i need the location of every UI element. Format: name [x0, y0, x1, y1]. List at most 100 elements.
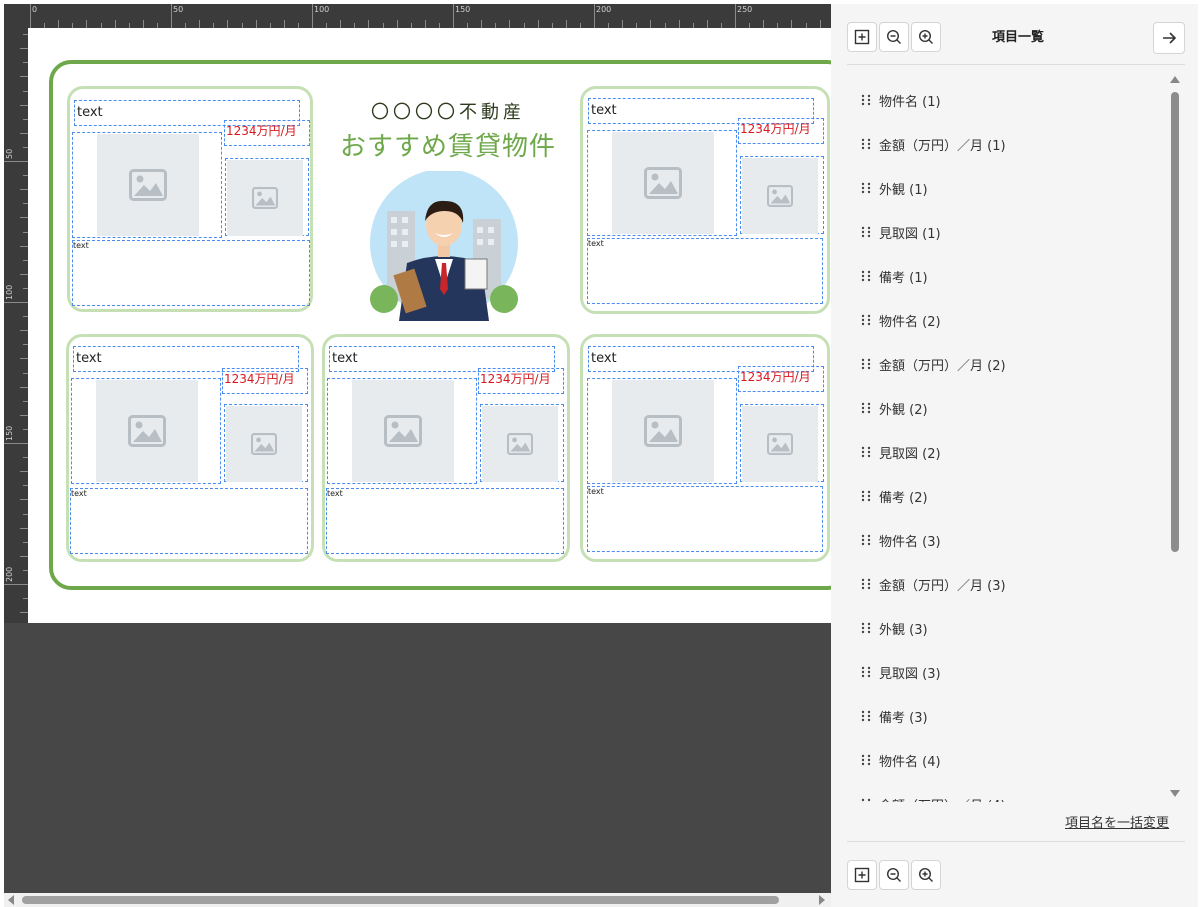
- list-item[interactable]: 見取図 (2): [847, 430, 1165, 474]
- design-canvas[interactable]: 〇〇〇〇不動産 おすすめ賃貸物件 text 1234万円/月 text text…: [28, 28, 831, 623]
- image-icon: [767, 433, 793, 455]
- drag-handle-icon[interactable]: [859, 753, 873, 767]
- ruler-tick: [20, 217, 28, 218]
- ruler-tick: [594, 4, 595, 28]
- ruler-tick: [453, 4, 454, 28]
- scroll-left-arrow-icon[interactable]: [8, 895, 14, 905]
- drag-handle-icon[interactable]: [859, 93, 873, 107]
- fit-screen-button[interactable]: [847, 860, 877, 890]
- agent-illustration[interactable]: [369, 171, 519, 321]
- ruler-tick: [566, 20, 567, 28]
- vertical-scroll-thumb[interactable]: [1171, 92, 1179, 552]
- image-icon: [384, 415, 422, 447]
- list-item[interactable]: 外観 (2): [847, 386, 1165, 430]
- drag-handle-icon[interactable]: [859, 181, 873, 195]
- drag-handle-icon[interactable]: [859, 357, 873, 371]
- list-item-label: 金額（万円）／月 (3): [879, 578, 1006, 594]
- zoom-out-button[interactable]: [879, 860, 909, 890]
- ruler-tick: [20, 246, 28, 247]
- rename-all-link[interactable]: 項目名を一括変更: [1065, 812, 1169, 831]
- ruler-tick: [340, 20, 341, 28]
- price-field[interactable]: 1234万円/月: [224, 120, 310, 146]
- ruler-tick: [20, 528, 28, 529]
- panel-title: 項目一覧: [991, 30, 1044, 45]
- list-item-label: 金額（万円）／月 (1): [879, 138, 1006, 154]
- item-list[interactable]: 物件名 (1) 金額（万円）／月 (1) 外観 (1) 見取図 (1) 備考 (1) 物件…: [847, 78, 1165, 802]
- list-item[interactable]: 金額（万円）／月 (3): [847, 562, 1165, 606]
- drag-handle-icon[interactable]: [859, 489, 873, 503]
- remarks-field[interactable]: text: [587, 238, 823, 304]
- ruler-tick: [650, 20, 651, 28]
- ruler-tick: [622, 20, 623, 28]
- list-item-label: 金額（万円）／月 (2): [879, 358, 1006, 374]
- scroll-right-arrow-icon[interactable]: [819, 895, 825, 905]
- ruler-tick: [284, 20, 285, 28]
- ruler-tick: [171, 4, 172, 28]
- ruler-tick: [481, 20, 482, 28]
- horizontal-scroll-thumb[interactable]: [22, 896, 779, 904]
- drag-handle-icon[interactable]: [859, 313, 873, 327]
- list-item-label: 物件名 (1): [879, 94, 941, 110]
- list-item-label: 物件名 (3): [879, 534, 941, 550]
- ruler-label: 0: [32, 5, 38, 14]
- flyer-heading[interactable]: おすすめ賃貸物件: [328, 126, 568, 163]
- drag-handle-icon[interactable]: [859, 665, 873, 679]
- ruler-tick: [20, 387, 28, 388]
- remarks-field[interactable]: text: [70, 488, 308, 554]
- price-field[interactable]: 1234万円/月: [738, 366, 824, 392]
- list-item[interactable]: 見取図 (1): [847, 210, 1165, 254]
- price-field[interactable]: 1234万円/月: [738, 118, 824, 144]
- list-item[interactable]: 物件名 (2): [847, 298, 1165, 342]
- ruler-tick: [30, 4, 31, 28]
- drag-handle-icon[interactable]: [859, 445, 873, 459]
- list-item-label: 外観 (1): [879, 182, 928, 198]
- drag-handle-icon[interactable]: [859, 621, 873, 635]
- ruler-label: 50: [5, 148, 14, 159]
- remarks-field[interactable]: text: [587, 486, 823, 552]
- scroll-up-arrow-icon[interactable]: [1170, 76, 1180, 83]
- panel-divider-bottom: [847, 841, 1185, 842]
- list-item[interactable]: 物件名 (3): [847, 518, 1165, 562]
- list-item[interactable]: 外観 (1): [847, 166, 1165, 210]
- ruler-tick: [20, 105, 28, 106]
- drag-handle-icon[interactable]: [859, 137, 873, 151]
- list-item[interactable]: 物件名 (1): [847, 78, 1165, 122]
- list-item[interactable]: 外観 (3): [847, 606, 1165, 650]
- list-item[interactable]: 備考 (1): [847, 254, 1165, 298]
- close-panel-button[interactable]: [1153, 22, 1185, 54]
- exterior-image-placeholder: [352, 380, 454, 482]
- drag-handle-icon[interactable]: [859, 269, 873, 283]
- ruler-tick: [397, 20, 398, 28]
- drag-handle-icon[interactable]: [859, 797, 873, 802]
- list-item-label: 見取図 (2): [879, 446, 941, 462]
- drag-handle-icon[interactable]: [859, 401, 873, 415]
- list-item[interactable]: 金額（万円）／月 (2): [847, 342, 1165, 386]
- floorplan-image-placeholder: [227, 160, 303, 236]
- drag-handle-icon[interactable]: [859, 577, 873, 591]
- ruler-tick: [820, 20, 821, 28]
- image-icon: [252, 187, 278, 209]
- image-icon: [767, 185, 793, 207]
- list-item[interactable]: 金額（万円）／月 (1): [847, 122, 1165, 166]
- remarks-field[interactable]: text: [326, 488, 564, 554]
- price-field[interactable]: 1234万円/月: [478, 368, 564, 394]
- list-item[interactable]: 備考 (3): [847, 694, 1165, 738]
- scroll-down-arrow-icon[interactable]: [1170, 790, 1180, 797]
- price-field[interactable]: 1234万円/月: [222, 368, 308, 394]
- remarks-field[interactable]: text: [72, 240, 310, 306]
- list-item-label: 外観 (3): [879, 622, 928, 638]
- ruler-tick: [735, 4, 736, 28]
- list-item[interactable]: 見取図 (3): [847, 650, 1165, 694]
- image-icon: [128, 415, 166, 447]
- list-item[interactable]: 金額（万円）／月 (4): [847, 782, 1165, 802]
- drag-handle-icon[interactable]: [859, 225, 873, 239]
- drag-handle-icon[interactable]: [859, 709, 873, 723]
- drag-handle-icon[interactable]: [859, 533, 873, 547]
- design-workspace[interactable]: 0 50 100 150 200 250 50 100 150 200 〇〇〇〇不動産 おすすめ…: [4, 4, 831, 893]
- company-name[interactable]: 〇〇〇〇不動産: [328, 98, 568, 124]
- vertical-scrollbar[interactable]: [1170, 76, 1180, 804]
- list-item[interactable]: 備考 (2): [847, 474, 1165, 518]
- list-item[interactable]: 物件名 (4): [847, 738, 1165, 782]
- zoom-in-button[interactable]: [911, 860, 941, 890]
- horizontal-scrollbar[interactable]: [4, 893, 831, 907]
